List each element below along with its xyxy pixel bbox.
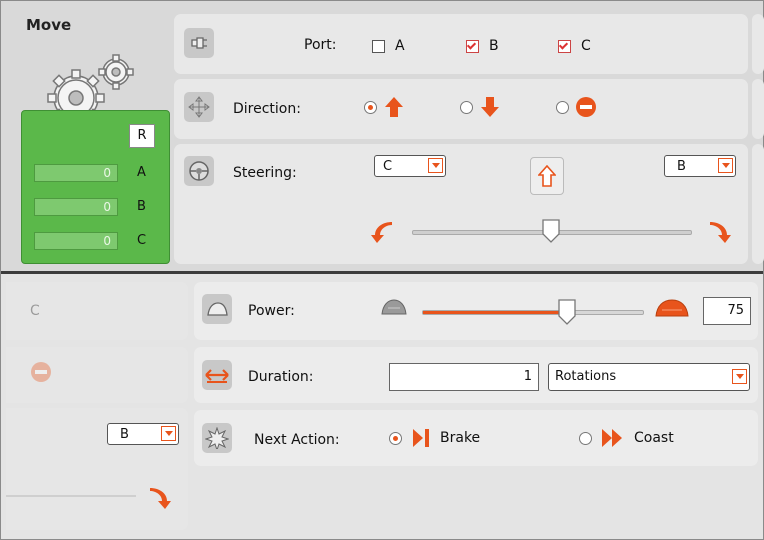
power-slider-fill [423,311,568,314]
radio-icon [579,431,592,445]
ghost-stop-icon [30,361,52,387]
duration-icon [202,360,232,390]
stop-icon [576,97,596,117]
feedback-value-c: 0 [34,232,118,250]
radio-selected-icon [389,431,402,445]
checkbox-checked-icon [558,39,571,53]
checkbox-checked-icon [466,39,479,53]
ghost-port-select-value: B [120,427,129,442]
chevron-down-icon [428,158,443,173]
steering-left-port-select[interactable]: C [374,155,446,177]
steering-row-overflow [752,144,764,264]
power-icon [202,294,232,324]
next-action-label: Next Action: [254,432,340,448]
chevron-down-icon [161,426,176,441]
power-label: Power: [248,303,295,319]
duration-unit-value: Rotations [555,369,617,384]
turn-right-icon [706,222,732,248]
steering-direction-indicator [530,157,564,195]
direction-label: Direction: [233,101,301,117]
chevron-down-icon [718,158,733,173]
plug-icon [184,28,214,58]
steering-left-port-value: C [383,159,393,174]
block-title: Move [26,16,72,34]
direction-forward-radio[interactable] [364,96,405,118]
steering-right-port-value: B [677,159,686,174]
arrow-up-icon [385,97,403,117]
direction-stop-radio[interactable] [556,96,597,118]
radio-icon [460,100,473,114]
brake-icon [413,429,429,447]
checkbox-icon [372,39,385,53]
ghost-port-select: B [107,423,179,445]
feedback-port-c: C [137,233,147,248]
duration-value-field[interactable]: 1 [389,363,539,391]
feedback-value-a: 0 [34,164,118,182]
duration-unit-select[interactable]: Rotations [548,363,750,391]
coast-icon [602,429,622,447]
ghost-slider [6,495,136,497]
ghost-turn-right-icon [146,488,172,514]
next-action-icon [202,423,232,453]
coast-radio[interactable]: Coast [579,427,674,449]
ghost-port-letter: C [30,303,40,319]
port-row-overflow [752,14,764,74]
port-a-checkbox[interactable]: A [372,38,405,54]
arrow-down-icon [481,97,499,117]
feedback-port-a: A [137,165,146,180]
steering-label: Steering: [233,165,297,181]
brake-label: Brake [440,430,481,446]
port-b-checkbox[interactable]: B [466,38,499,54]
turn-left-icon [370,222,396,248]
chevron-down-icon [732,369,747,384]
power-value-field[interactable]: 75 [703,297,751,325]
radio-selected-icon [364,100,377,114]
power-slider-thumb[interactable] [557,299,577,325]
steering-slider-thumb[interactable] [541,219,561,243]
port-row [174,14,748,74]
coast-label: Coast [634,430,674,446]
steering-right-port-select[interactable]: B [664,155,736,177]
direction-row-overflow [752,79,764,139]
feedback-value-b: 0 [34,198,118,216]
port-a-label: A [395,38,405,54]
port-label: Port: [304,37,337,53]
steering-row [174,144,748,264]
power-slider[interactable] [422,310,644,315]
radio-icon [556,100,569,114]
steering-wheel-icon [184,156,214,186]
fast-turtle-icon [654,296,690,324]
port-c-label: C [581,38,591,54]
slow-turtle-icon [380,296,408,322]
duration-label: Duration: [248,369,314,385]
port-b-label: B [489,38,499,54]
feedback-port-b: B [137,199,146,214]
reset-button[interactable]: R [129,124,155,148]
port-c-checkbox[interactable]: C [558,38,591,54]
arrow-up-icon [538,165,556,187]
direction-backward-radio[interactable] [460,96,501,118]
direction-icon [184,92,214,122]
brake-radio[interactable]: Brake [389,427,480,449]
